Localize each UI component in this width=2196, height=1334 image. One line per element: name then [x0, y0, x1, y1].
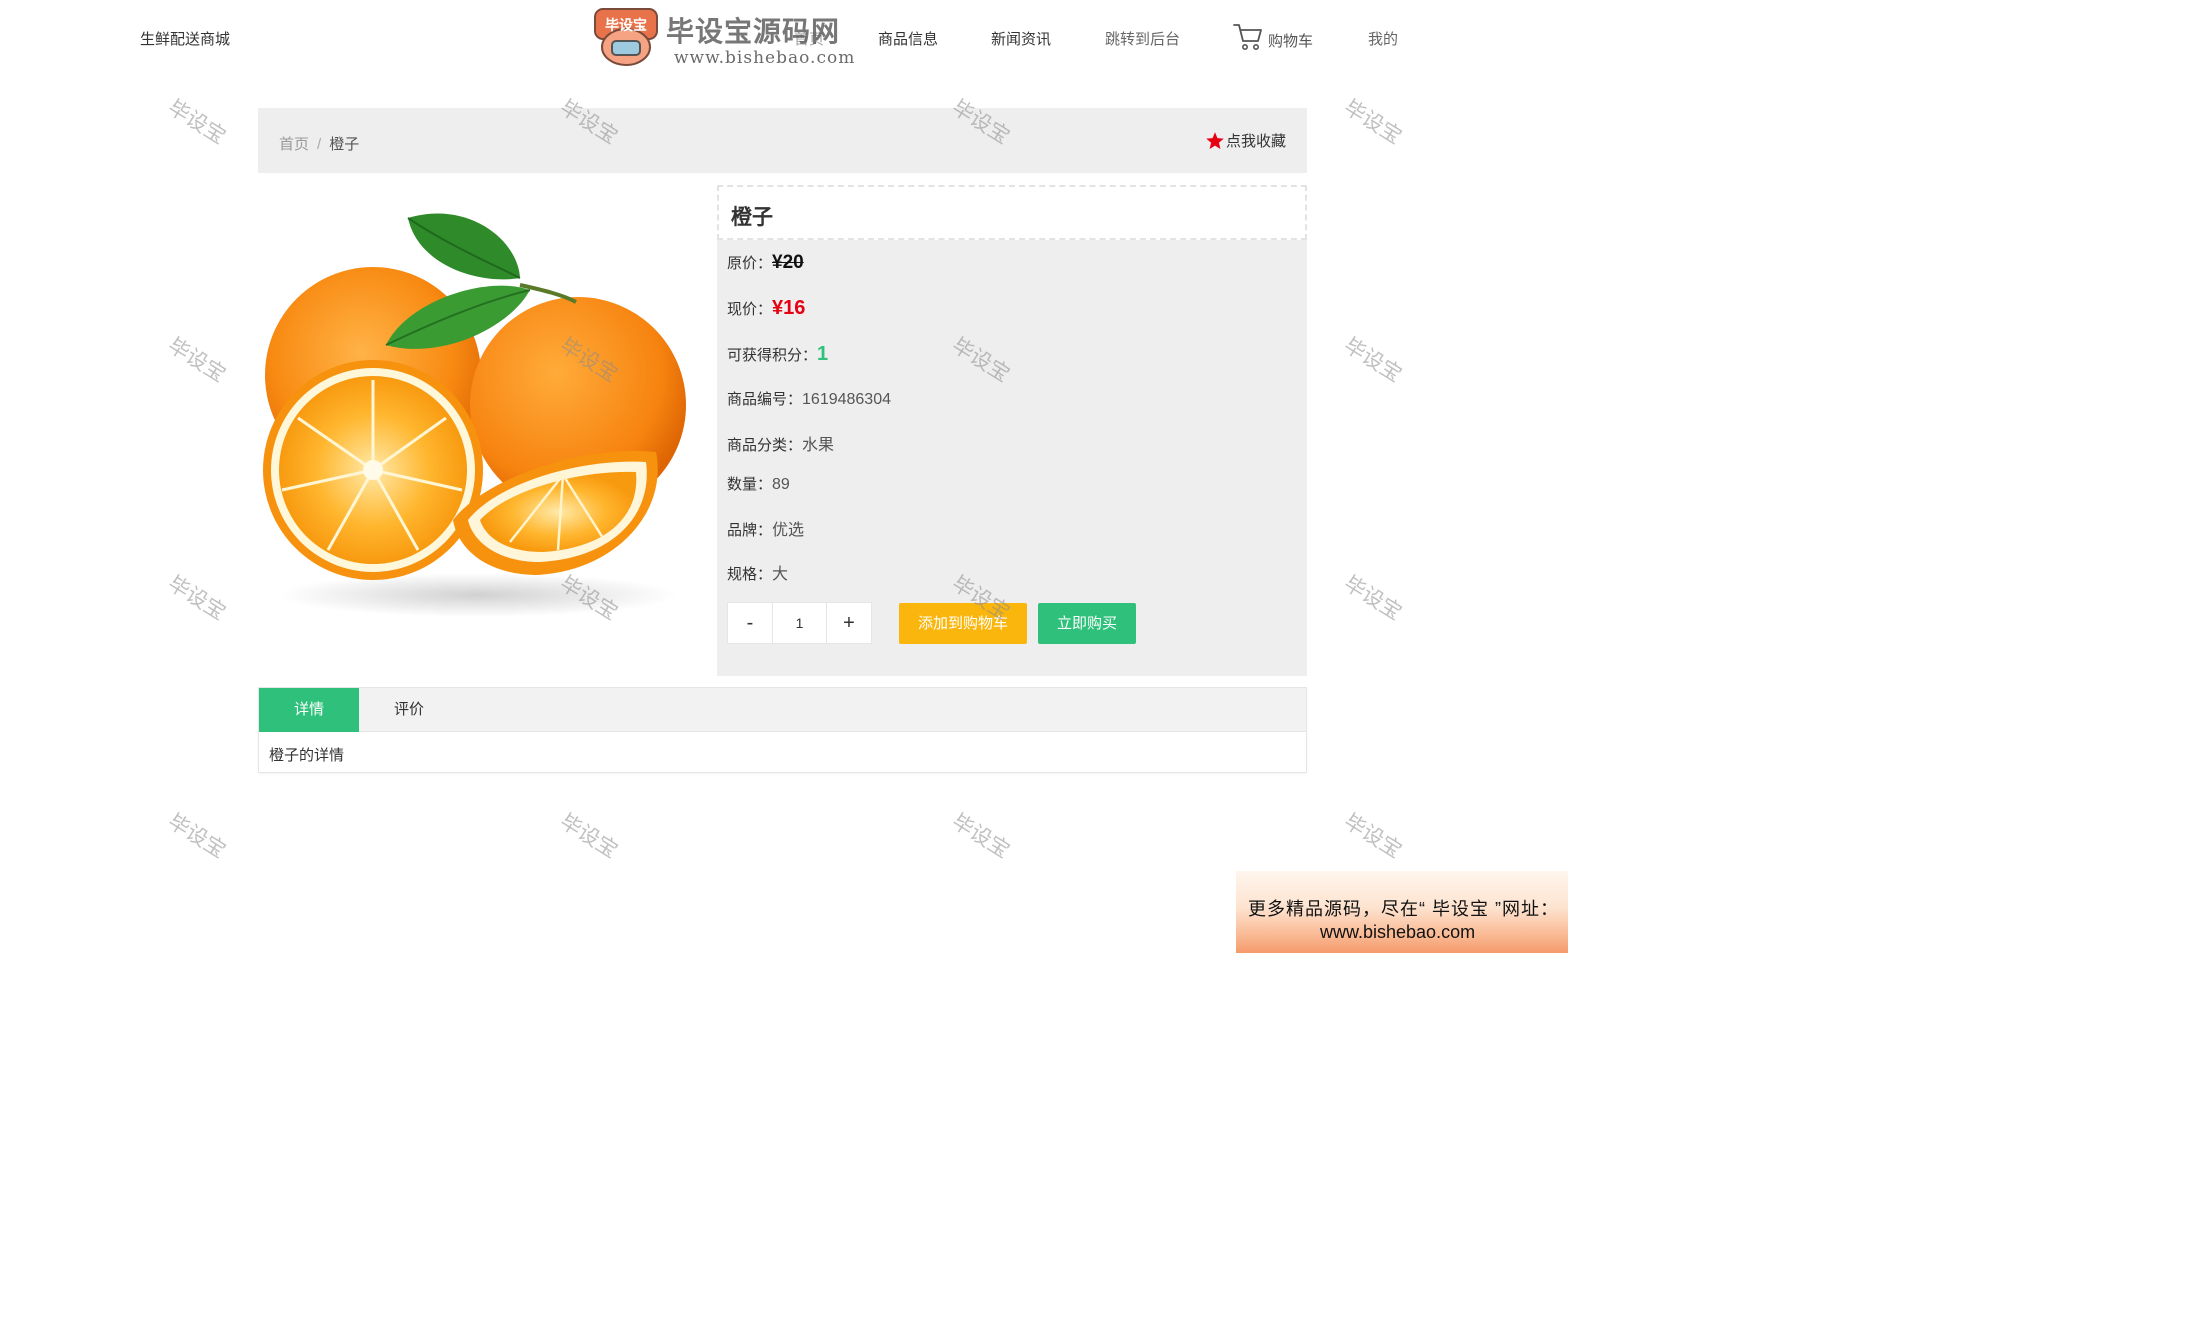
watermark-text: 毕设宝	[163, 333, 230, 387]
product-title-box: 橙子	[717, 185, 1307, 240]
product-name: 橙子	[731, 206, 773, 229]
product-info-panel: 橙子 原价：¥20 现价：¥16 可获得积分：1 商品编号：1619486304…	[717, 185, 1307, 676]
watermark-text: 毕设宝	[947, 809, 1014, 863]
stock-row: 数量：89	[727, 473, 790, 494]
tab-detail-content: 橙子的详情	[269, 747, 345, 764]
brand-row: 品牌：优选	[727, 516, 804, 540]
original-price-label: 原价：	[727, 255, 773, 272]
points-value: 1	[817, 343, 829, 365]
points-row: 可获得积分：1	[727, 343, 828, 366]
cart-icon	[1233, 24, 1262, 50]
mascot-logo-icon: 毕设宝	[594, 8, 658, 66]
site-name[interactable]: 生鲜配送商城	[140, 28, 230, 49]
original-price: ¥20	[772, 252, 804, 273]
code-row: 商品编号：1619486304	[727, 388, 891, 409]
favorite-button[interactable]: 点我收藏	[1205, 130, 1286, 151]
watermark-title: 毕设宝源码网	[666, 16, 841, 47]
nav-products[interactable]: 商品信息	[878, 28, 938, 49]
current-price-label: 现价：	[727, 301, 773, 318]
watermark-text: 毕设宝	[163, 809, 230, 863]
watermark-text: 毕设宝	[555, 809, 622, 863]
tab-detail[interactable]: 详情	[259, 688, 359, 732]
watermark-text: 毕设宝	[1339, 95, 1406, 149]
code-label: 商品编号：	[727, 391, 803, 408]
original-price-row: 原价：¥20	[727, 252, 804, 274]
breadcrumb: 首页 / 橙子	[279, 133, 359, 154]
nav-cart[interactable]: 购物车	[1232, 22, 1313, 52]
add-to-cart-button[interactable]: 添加到购物车	[899, 603, 1027, 644]
product-tabs: 详情 评价 橙子的详情	[258, 687, 1307, 773]
star-icon	[1206, 131, 1224, 149]
watermark-text: 毕设宝	[1339, 809, 1406, 863]
points-label: 可获得积分：	[727, 347, 818, 364]
current-price: ¥16	[772, 297, 806, 319]
watermark-text: 毕设宝	[163, 571, 230, 625]
quantity-minus-button[interactable]: -	[727, 602, 773, 644]
watermark-text: 毕设宝	[163, 95, 230, 149]
category-value: 水果	[802, 437, 835, 454]
breadcrumb-current: 橙子	[329, 136, 360, 153]
spec-value: 大	[772, 566, 789, 583]
favorite-label: 点我收藏	[1225, 133, 1286, 150]
tab-header: 详情 评价	[259, 688, 1306, 732]
watermark-url: www.bishebao.com	[674, 48, 856, 68]
code-value: 1619486304	[802, 391, 891, 408]
promo-line-1: 更多精品源码，尽在“ 毕设宝 ”网址：	[1248, 899, 1559, 919]
breadcrumb-home[interactable]: 首页	[279, 136, 309, 153]
spec-row: 规格：大	[727, 560, 788, 584]
promo-banner[interactable]: 更多精品源码，尽在“ 毕设宝 ”网址： www.bishebao.com	[1236, 871, 1568, 953]
product-image	[263, 213, 686, 617]
breadcrumb-separator: /	[317, 136, 322, 153]
nav-mine[interactable]: 我的	[1368, 28, 1398, 49]
logo-badge-text: 毕设宝	[605, 17, 647, 34]
current-price-row: 现价：¥16	[727, 297, 805, 320]
promo-line-2: www.bishebao.com	[1320, 922, 1476, 942]
stock-label: 数量：	[727, 476, 773, 493]
tab-reviews[interactable]: 评价	[359, 688, 459, 732]
stock-value: 89	[772, 476, 790, 493]
quantity-input[interactable]	[773, 602, 826, 644]
category-row: 商品分类：水果	[727, 431, 834, 455]
nav-admin[interactable]: 跳转到后台	[1105, 28, 1180, 49]
nav-news[interactable]: 新闻资讯	[991, 28, 1051, 49]
watermark-text: 毕设宝	[1339, 571, 1406, 625]
brand-label: 品牌：	[727, 522, 773, 539]
breadcrumb-bar: 首页 / 橙子 点我收藏	[258, 108, 1307, 173]
brand-value: 优选	[772, 522, 805, 539]
watermark-logo: 毕设宝 毕设宝源码网 www.bishebao.com	[588, 4, 860, 70]
watermark-text: 毕设宝	[1339, 333, 1406, 387]
category-label: 商品分类：	[727, 437, 803, 454]
quantity-plus-button[interactable]: +	[826, 602, 872, 644]
cart-label: 购物车	[1268, 33, 1314, 50]
spec-label: 规格：	[727, 566, 773, 583]
buy-now-button[interactable]: 立即购买	[1038, 603, 1136, 644]
